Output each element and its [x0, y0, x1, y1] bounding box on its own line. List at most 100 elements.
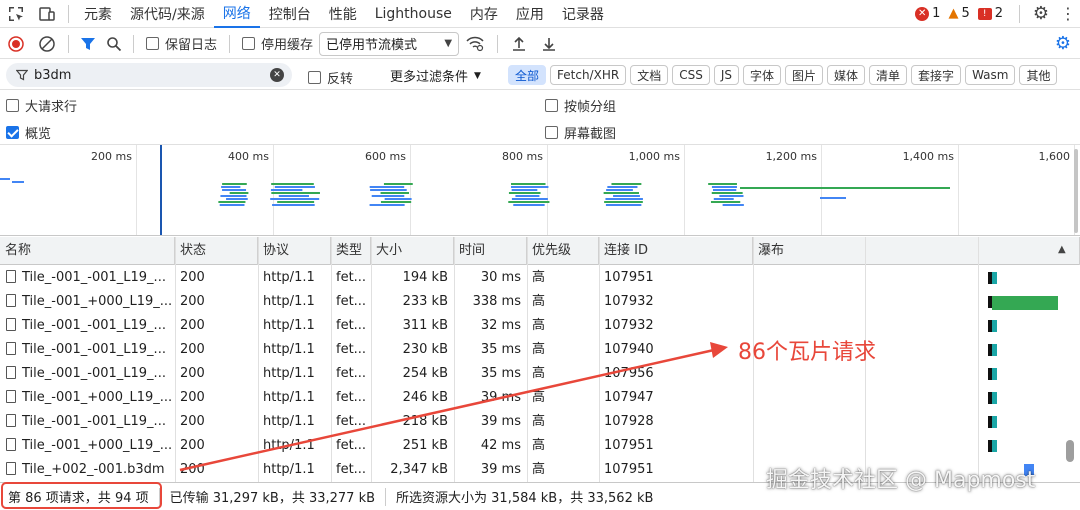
table-row[interactable]: Tile_-001_-001_L19_... 200 http/1.1 fet... 3…: [0, 314, 1080, 338]
network-conditions-icon[interactable]: [459, 29, 491, 59]
cell-protocol: http/1.1: [263, 342, 315, 357]
large-rows-checkbox[interactable]: [6, 99, 19, 112]
group-by-frame-checkbox[interactable]: [545, 99, 558, 112]
table-row[interactable]: Tile_-001_-001_L19_... 200 http/1.1 fet... 2…: [0, 338, 1080, 362]
network-settings-gear-icon[interactable]: ⚙: [1046, 33, 1080, 54]
sort-ascending-icon[interactable]: ▲: [1058, 244, 1066, 255]
type-filter-button[interactable]: Fetch/XHR: [550, 65, 627, 85]
request-name: Tile_-001_-001_L19_...: [22, 414, 166, 429]
column-header[interactable]: 瀑布: [753, 237, 1080, 265]
settings-gear-icon[interactable]: ⚙: [1026, 3, 1056, 24]
type-filter-button[interactable]: 文档: [630, 65, 669, 85]
tab-1[interactable]: 源代码/来源: [121, 0, 214, 28]
tab-4[interactable]: 性能: [320, 0, 366, 28]
table-row[interactable]: Tile_-001_+000_L19_... 200 http/1.1 fet... 2…: [0, 386, 1080, 410]
table-row[interactable]: Tile_-001_+000_L19_... 200 http/1.1 fet... 2…: [0, 290, 1080, 314]
divider: [1019, 4, 1020, 23]
column-header[interactable]: 状态: [175, 237, 258, 265]
inspect-element-icon[interactable]: [0, 0, 32, 28]
type-filter-button[interactable]: Wasm: [965, 65, 1016, 85]
issues-count[interactable]: 2: [995, 6, 1003, 21]
tab-2[interactable]: 网络: [213, 0, 260, 28]
table-row[interactable]: Tile_-001_-001_L19_... 200 http/1.1 fet... 2…: [0, 410, 1080, 434]
type-filter-button[interactable]: 媒体: [827, 65, 866, 85]
warning-icon[interactable]: ▲: [948, 6, 958, 21]
filter-funnel-icon[interactable]: [75, 29, 101, 59]
type-filter-button[interactable]: 套接字: [911, 65, 962, 85]
waterfall-bar: [988, 344, 997, 356]
request-table-body: Tile_-001_-001_L19_... 200 http/1.1 fet... 1…: [0, 266, 1080, 482]
tab-7[interactable]: 应用: [507, 0, 553, 28]
cell-protocol: http/1.1: [263, 438, 315, 453]
clear-icon[interactable]: [32, 29, 62, 59]
request-name: Tile_+002_-001.b3dm: [22, 462, 165, 477]
dropdown-triangle-icon: ▼: [474, 70, 481, 81]
export-har-icon[interactable]: [534, 29, 564, 59]
import-har-icon[interactable]: [504, 29, 534, 59]
overview-request-bar: [613, 195, 640, 197]
disable-cache-checkbox[interactable]: [242, 37, 256, 50]
column-header[interactable]: 名称: [0, 237, 175, 265]
table-row[interactable]: Tile_-001_-001_L19_... 200 http/1.1 fet... 1…: [0, 266, 1080, 290]
cell-size: 233 kB: [402, 294, 448, 309]
type-filter-button[interactable]: 全部: [508, 65, 547, 85]
overview-request-bar: [740, 187, 950, 189]
more-options-icon[interactable]: ⋮: [1056, 4, 1080, 23]
type-filter-button[interactable]: 其他: [1019, 65, 1058, 85]
invert-checkbox[interactable]: [308, 71, 321, 84]
type-filter-button[interactable]: CSS: [672, 65, 710, 85]
type-filter-button[interactable]: 图片: [785, 65, 824, 85]
filter-input[interactable]: b3dm ✕: [6, 63, 292, 87]
type-filter-button[interactable]: JS: [713, 65, 739, 85]
cell-name: Tile_-001_+000_L19_...: [0, 290, 175, 314]
table-scrollbar[interactable]: [1066, 440, 1074, 462]
device-toolbar-icon[interactable]: [32, 0, 62, 28]
overview-request-bar: [511, 189, 538, 191]
tab-8[interactable]: 记录器: [553, 0, 613, 28]
error-count[interactable]: 1: [932, 6, 940, 21]
cell-name: Tile_-001_-001_L19_...: [0, 314, 175, 338]
document-icon: [6, 438, 16, 451]
cell-protocol: http/1.1: [263, 270, 315, 285]
overview-request-bar: [380, 192, 410, 194]
table-row[interactable]: Tile_-001_-001_L19_... 200 http/1.1 fet... 2…: [0, 362, 1080, 386]
tab-5[interactable]: Lighthouse: [366, 0, 461, 28]
search-icon[interactable]: [101, 29, 127, 59]
column-header[interactable]: 连接 ID: [599, 237, 753, 265]
table-row[interactable]: Tile_-001_+000_L19_... 200 http/1.1 fet... 2…: [0, 434, 1080, 458]
throttling-select[interactable]: 已停用节流模式 ▼: [319, 31, 460, 56]
record-stop-icon[interactable]: [0, 29, 32, 59]
overview-checkbox[interactable]: [6, 126, 19, 139]
issues-icon[interactable]: !: [977, 7, 992, 20]
preserve-log-checkbox[interactable]: [146, 37, 159, 50]
error-icon[interactable]: ✕: [915, 6, 930, 21]
screenshots-checkbox[interactable]: [545, 126, 558, 139]
column-header[interactable]: 大小: [371, 237, 454, 265]
tab-3[interactable]: 控制台: [260, 0, 320, 28]
tab-0[interactable]: 元素: [75, 0, 121, 28]
cell-size: 254 kB: [402, 366, 448, 381]
type-filter-button[interactable]: 字体: [742, 65, 781, 85]
clear-filter-icon[interactable]: ✕: [270, 68, 284, 82]
filter-bar: b3dm ✕ 反转 更多过滤条件 ▼ 全部 Fetch/XHR 文档 CSS JS 字体图…: [0, 60, 1080, 90]
warning-count[interactable]: 5: [961, 6, 969, 21]
overview-request-bar: [710, 201, 741, 203]
more-filters-dropdown[interactable]: 更多过滤条件 ▼: [390, 66, 481, 85]
column-header[interactable]: 类型: [331, 237, 371, 265]
overview-request-bar: [603, 192, 639, 194]
divider: [229, 34, 231, 53]
cell-size: 2,347 kB: [390, 462, 448, 477]
column-header[interactable]: 优先级: [527, 237, 599, 265]
network-overview-timeline[interactable]: 200 ms 400 ms 600 ms 800 ms 1,000 ms 1,200 ms…: [0, 144, 1080, 236]
type-filter-button[interactable]: 清单: [869, 65, 908, 85]
cell-size: 218 kB: [402, 414, 448, 429]
cell-time: 35 ms: [480, 366, 521, 381]
column-header[interactable]: 时间: [454, 237, 527, 265]
column-header[interactable]: 协议: [258, 237, 331, 265]
tab-6[interactable]: 内存: [461, 0, 507, 28]
overview-scroll-handle[interactable]: [1074, 149, 1078, 233]
divider: [68, 34, 69, 53]
overview-request-bar: [383, 183, 413, 185]
cell-priority: 高: [532, 390, 546, 405]
cell-type: fet...: [336, 438, 367, 453]
